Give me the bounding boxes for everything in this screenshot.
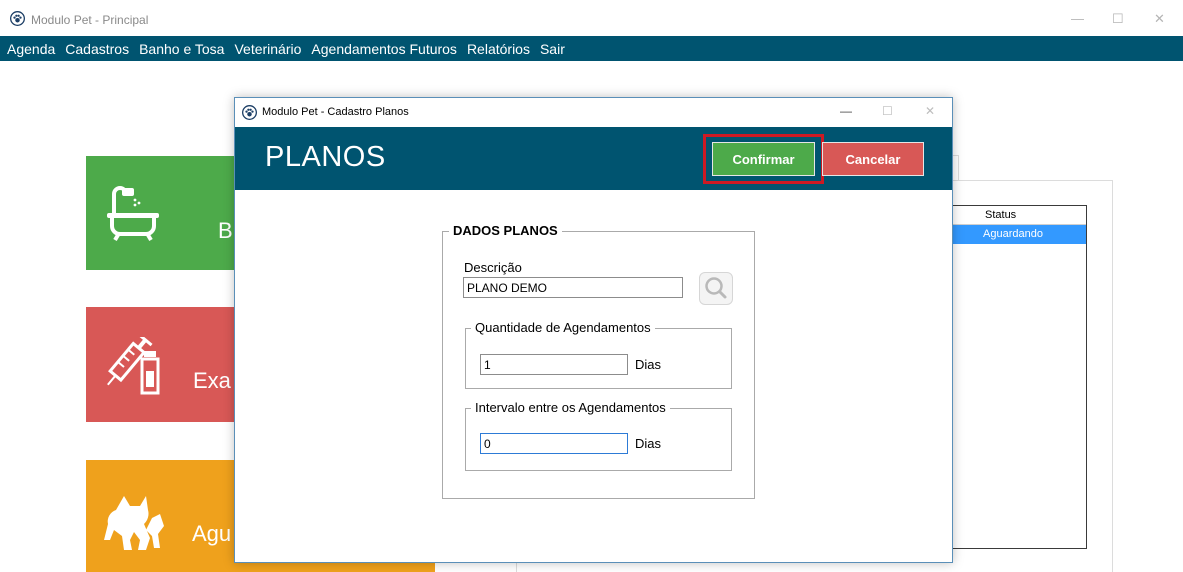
intervalo-group: Intervalo entre os Agendamentos 0 Dias bbox=[465, 400, 732, 471]
menu-relatorios[interactable]: Relatórios bbox=[467, 41, 539, 57]
dialog-header: PLANOS Confirmar Cancelar bbox=[235, 127, 952, 190]
cadastro-planos-dialog: Modulo Pet - Cadastro Planos — ☐ ✕ PLANO… bbox=[234, 97, 953, 563]
menubar: Agenda Cadastros Banho e Tosa Veterinári… bbox=[0, 36, 1183, 61]
bathtub-icon bbox=[107, 186, 159, 242]
page-title: PLANOS bbox=[265, 141, 386, 173]
confirm-button[interactable]: Confirmar bbox=[712, 142, 815, 176]
quantidade-field[interactable]: 1 bbox=[480, 354, 628, 375]
search-button[interactable] bbox=[699, 272, 733, 305]
grid-header-status[interactable]: Status bbox=[951, 206, 1086, 225]
search-icon bbox=[705, 277, 727, 299]
tile-exames-label: Exa bbox=[193, 368, 231, 393]
dialog-close-icon[interactable]: ✕ bbox=[925, 104, 935, 118]
dialog-minimize-icon[interactable]: — bbox=[840, 104, 852, 118]
dados-planos-legend: DADOS PLANOS bbox=[449, 223, 562, 238]
menu-agenda[interactable]: Agenda bbox=[7, 41, 64, 57]
menu-cadastros[interactable]: Cadastros bbox=[65, 41, 138, 57]
menu-banho-e-tosa[interactable]: Banho e Tosa bbox=[139, 41, 233, 57]
main-window-title: Modulo Pet - Principal bbox=[31, 13, 149, 27]
tile-banho-label: B bbox=[218, 218, 233, 243]
quantidade-group: Quantidade de Agendamentos 1 Dias bbox=[465, 320, 732, 389]
quantidade-legend: Quantidade de Agendamentos bbox=[471, 320, 655, 335]
tile-banho[interactable]: B bbox=[86, 156, 246, 270]
quantidade-unit-label: Dias bbox=[635, 357, 662, 372]
close-icon[interactable]: ✕ bbox=[1154, 12, 1165, 26]
dialog-titlebar: Modulo Pet - Cadastro Planos — ☐ ✕ bbox=[235, 98, 952, 127]
intervalo-unit-label: Dias bbox=[635, 436, 662, 451]
screen: Modulo Pet - Principal — ☐ ✕ Agenda Cada… bbox=[0, 0, 1183, 572]
main-titlebar: Modulo Pet - Principal — ☐ ✕ bbox=[0, 0, 1183, 36]
syringe-icon bbox=[107, 337, 160, 395]
minimize-icon[interactable]: — bbox=[1071, 12, 1084, 26]
intervalo-field[interactable]: 0 bbox=[480, 433, 628, 454]
descricao-label: Descrição bbox=[464, 260, 522, 275]
dialog-maximize-icon[interactable]: ☐ bbox=[882, 104, 893, 118]
pets-icon bbox=[104, 496, 164, 550]
cancel-button[interactable]: Cancelar bbox=[822, 142, 924, 176]
dados-planos-group: DADOS PLANOS Descrição PLANO DEMO Quanti… bbox=[442, 223, 755, 499]
menu-veterinario[interactable]: Veterinário bbox=[234, 41, 310, 57]
tile-exames[interactable]: Exa bbox=[86, 307, 246, 422]
maximize-icon[interactable]: ☐ bbox=[1112, 12, 1124, 26]
paw-logo-icon bbox=[10, 11, 25, 26]
background-grid[interactable]: Status Aguardando bbox=[950, 205, 1087, 549]
intervalo-legend: Intervalo entre os Agendamentos bbox=[471, 400, 670, 415]
paw-logo-icon bbox=[242, 105, 257, 120]
grid-row[interactable]: Aguardando bbox=[951, 225, 1086, 244]
tile-aguardando-label: Agu bbox=[192, 521, 232, 546]
dialog-title: Modulo Pet - Cadastro Planos bbox=[262, 106, 409, 118]
menu-sair[interactable]: Sair bbox=[540, 41, 574, 57]
menu-agendamentos-futuros[interactable]: Agendamentos Futuros bbox=[311, 41, 466, 57]
descricao-field[interactable]: PLANO DEMO bbox=[463, 277, 683, 298]
